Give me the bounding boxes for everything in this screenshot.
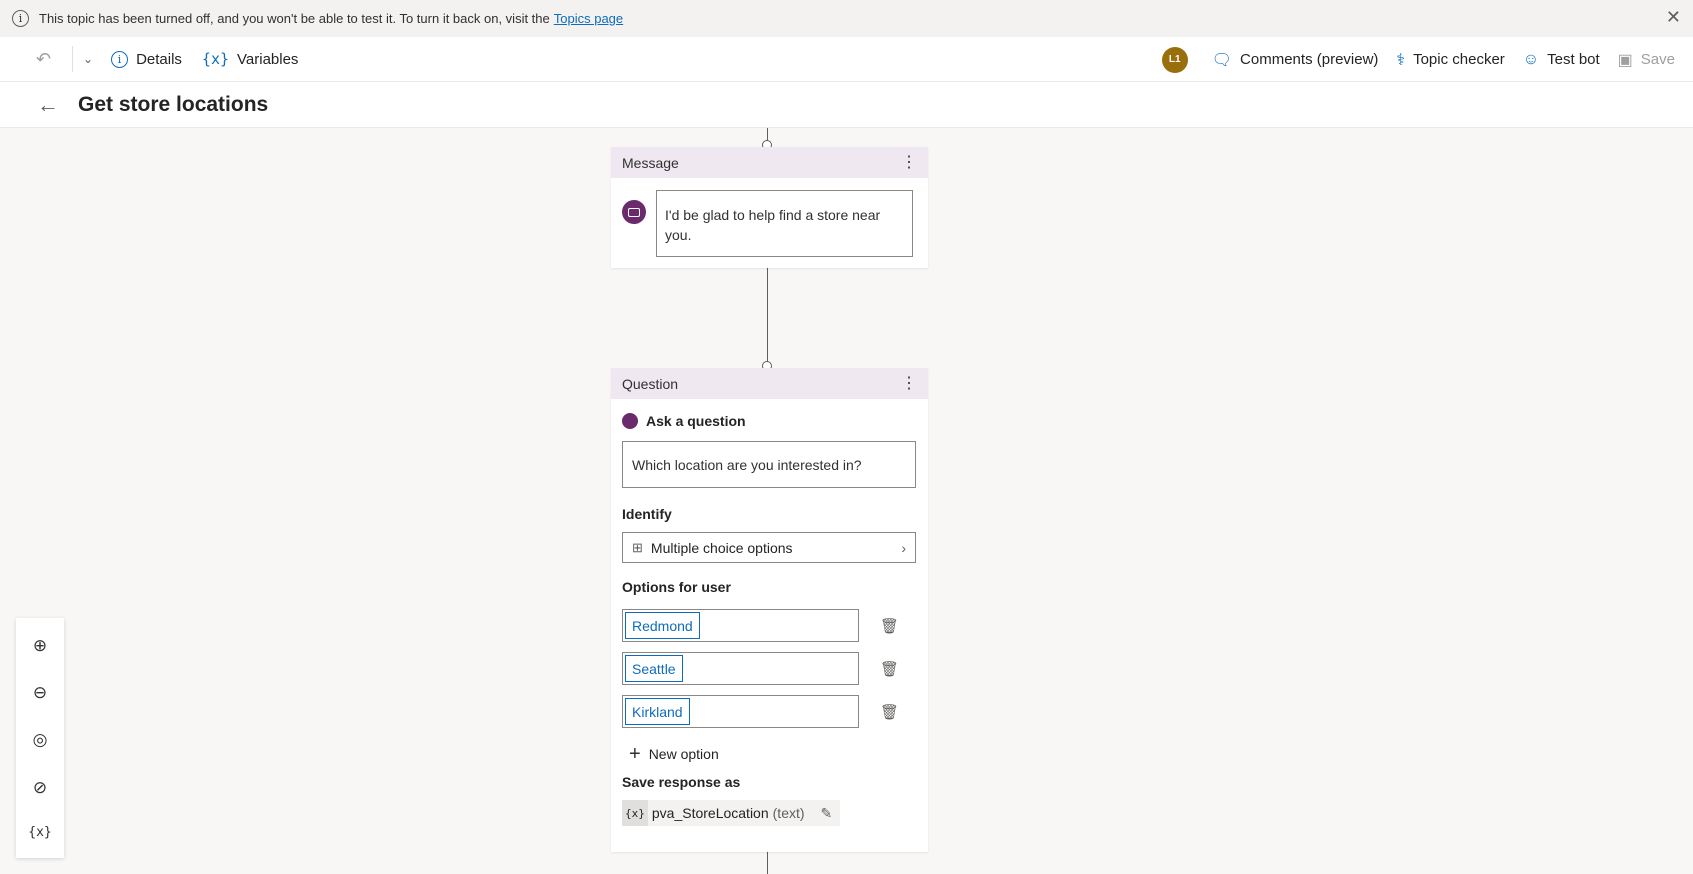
message-node-title: Message <box>622 154 679 171</box>
question-node-title: Question <box>622 375 679 392</box>
more-options-icon[interactable]: ⋮ <box>901 375 917 392</box>
avatar[interactable]: L1 <box>1161 46 1188 73</box>
option-field[interactable]: Seattle <box>622 652 859 685</box>
toolbar: ↶ ⌄ i Details {x} Variables L1 🗨 Comment… <box>0 37 1693 82</box>
variable-name: pva_StoreLocation <box>651 805 769 821</box>
option-tag[interactable]: Seattle <box>625 655 683 682</box>
connector-line <box>767 268 768 364</box>
comments-button[interactable]: 🗨 Comments (preview) <box>1212 37 1379 82</box>
pencil-icon[interactable]: ✎ <box>821 805 833 822</box>
message-node[interactable]: Message ⋮ I'd be glad to help find a sto… <box>611 147 928 268</box>
stethoscope-icon: ⚕ <box>1396 51 1406 69</box>
save-response-variable[interactable]: {x} pva_StoreLocation (text) ✎ <box>622 800 841 826</box>
chevron-down-icon[interactable]: ⌄ <box>83 52 93 66</box>
options-list: Redmond 🗑 Seattle 🗑 Kirkland 🗑 <box>622 609 917 728</box>
new-option-button[interactable]: + New option <box>629 743 917 765</box>
message-node-header: Message ⋮ <box>611 147 928 178</box>
plus-icon: + <box>629 743 641 765</box>
save-response-label: Save response as <box>622 774 741 790</box>
topic-checker-label: Topic checker <box>1413 51 1505 68</box>
variables-icon[interactable]: {x} <box>28 825 51 840</box>
trash-icon[interactable]: 🗑 <box>880 703 899 721</box>
option-row: Redmond 🗑 <box>622 609 917 642</box>
details-label: Details <box>136 50 182 68</box>
recenter-icon[interactable]: ◎ <box>33 730 48 750</box>
new-option-label: New option <box>648 746 719 762</box>
minimap-icon[interactable]: ⊘ <box>33 778 47 798</box>
page-title: Get store locations <box>78 92 269 116</box>
test-bot-button[interactable]: ☺ Test bot <box>1523 37 1600 82</box>
close-icon[interactable]: ✕ <box>1666 8 1681 26</box>
info-icon: i <box>111 50 129 68</box>
option-tag[interactable]: Kirkland <box>625 698 690 725</box>
variables-button[interactable]: {x} Variables <box>202 37 299 81</box>
zoom-in-icon[interactable]: ⊕ <box>33 636 47 656</box>
more-options-icon[interactable]: ⋮ <box>901 154 917 171</box>
zoom-out-icon[interactable]: ⊖ <box>33 683 47 703</box>
trash-icon[interactable]: 🗑 <box>880 617 899 635</box>
options-label: Options for user <box>622 579 731 595</box>
save-button[interactable]: ▣ Save <box>1618 37 1675 82</box>
chevron-right-icon: › <box>901 539 906 556</box>
message-text[interactable]: I'd be glad to help find a store near yo… <box>656 190 913 257</box>
turned-off-banner: i This topic has been turned off, and yo… <box>0 0 1693 37</box>
variable-type: (text) <box>772 805 805 821</box>
topics-page-link[interactable]: Topics page <box>554 11 623 26</box>
identify-selector[interactable]: ⊞ Multiple choice options › <box>622 532 916 563</box>
question-icon <box>622 413 638 429</box>
ask-question-label: Ask a question <box>646 413 746 429</box>
message-icon <box>622 200 646 224</box>
option-field[interactable]: Kirkland <box>622 695 859 728</box>
identify-value: Multiple choice options <box>650 539 793 556</box>
banner-message: This topic has been turned off, and you … <box>39 11 550 26</box>
multiple-choice-icon: ⊞ <box>632 539 643 555</box>
zoom-panel: ⊕ ⊖ ◎ ⊘ {x} <box>16 618 64 858</box>
comment-icon: 🗨 <box>1211 51 1233 69</box>
title-bar: ← Get store locations <box>0 82 1693 128</box>
save-label: Save <box>1640 51 1675 68</box>
option-tag[interactable]: Redmond <box>625 612 700 639</box>
option-row: Seattle 🗑 <box>622 652 917 685</box>
info-icon: i <box>12 10 29 27</box>
test-bot-label: Test bot <box>1547 51 1600 68</box>
option-field[interactable]: Redmond <box>622 609 859 642</box>
variables-label: Variables <box>237 50 299 68</box>
question-text-field[interactable]: Which location are you interested in? <box>622 441 916 488</box>
bot-icon: ☺ <box>1522 50 1540 68</box>
topic-checker-button[interactable]: ⚕ Topic checker <box>1396 37 1504 82</box>
toolbar-divider <box>72 46 73 72</box>
option-row: Kirkland 🗑 <box>622 695 917 728</box>
identify-label: Identify <box>622 506 672 522</box>
back-arrow-icon[interactable]: ← <box>37 92 59 118</box>
connector-line <box>767 852 768 874</box>
question-node-header: Question ⋮ <box>611 368 928 399</box>
variable-icon: {x} <box>622 800 648 826</box>
question-node[interactable]: Question ⋮ Ask a question Which location… <box>611 368 928 852</box>
save-icon: ▣ <box>1617 51 1633 69</box>
trash-icon[interactable]: 🗑 <box>880 660 899 678</box>
undo-icon[interactable]: ↶ <box>36 49 56 70</box>
details-button[interactable]: i Details <box>111 37 182 81</box>
comments-label: Comments (preview) <box>1240 51 1379 68</box>
variables-icon: {x} <box>201 50 230 68</box>
